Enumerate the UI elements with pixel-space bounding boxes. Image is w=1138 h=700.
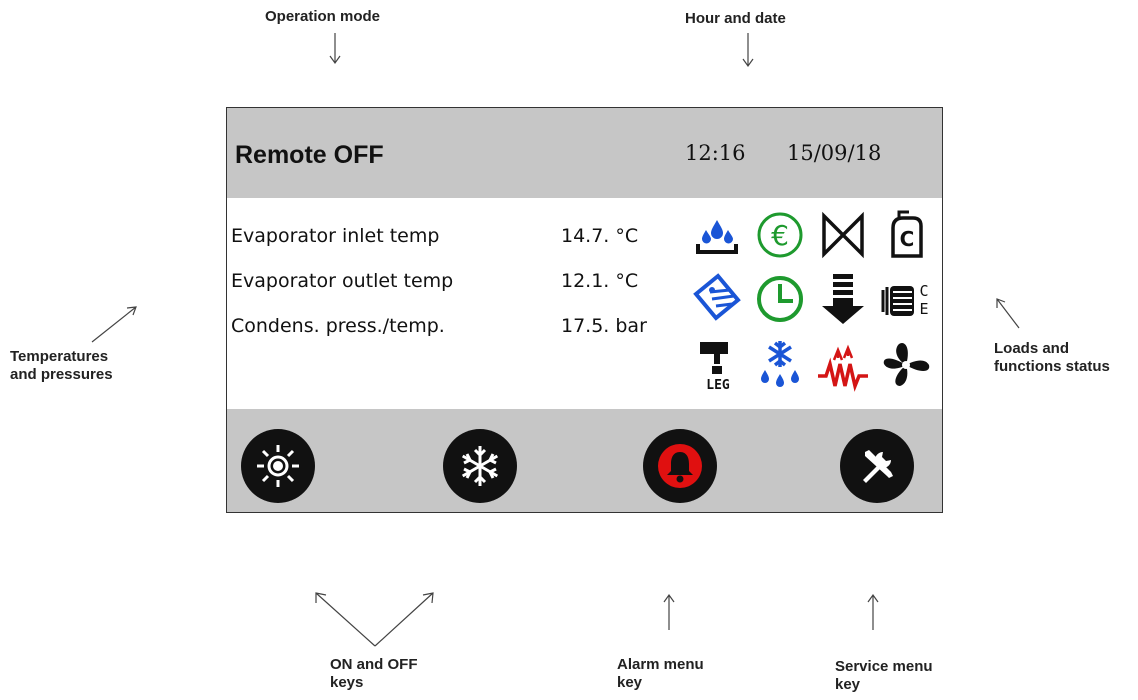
legionella-tap-icon: LEG xyxy=(690,338,744,392)
callout-service-line1: Service menu xyxy=(835,658,933,675)
alarm-key[interactable] xyxy=(643,429,717,503)
keys-bar xyxy=(227,409,942,512)
clock-icon xyxy=(753,272,807,326)
callout-operation-mode: Operation mode xyxy=(265,8,381,25)
off-key[interactable] xyxy=(443,429,517,503)
callout-loads: Loads and functions status xyxy=(994,340,1110,376)
callout-loads-line1: Loads and xyxy=(994,340,1070,357)
defrost-icon xyxy=(753,338,807,392)
operation-mode: Remote OFF xyxy=(235,141,384,169)
reading-row: Evaporator inlet temp 14.7. °C xyxy=(231,225,671,270)
reading-label: Condens. press./temp. xyxy=(231,315,445,337)
reading-label: Evaporator outlet temp xyxy=(231,270,454,292)
callout-service-line2: key xyxy=(835,676,861,693)
reading-unit: bar xyxy=(615,315,647,337)
reading-number: 14.7. xyxy=(561,225,610,247)
arrow-service xyxy=(867,593,879,630)
euro-icon: € xyxy=(753,208,807,262)
water-drops-icon xyxy=(690,208,744,262)
arrow-hour-date xyxy=(742,33,754,68)
callout-temperatures-line1: Temperatures xyxy=(10,348,109,365)
arrow-alarm xyxy=(663,593,675,630)
clock-date: 15/09/18 xyxy=(787,141,882,165)
reading-row: Condens. press./temp. 17.5. bar xyxy=(231,315,671,360)
on-key[interactable] xyxy=(241,429,315,503)
readings-list: Evaporator inlet temp 14.7. °C Evaporator… xyxy=(231,225,671,360)
arrow-operation-mode xyxy=(329,33,341,65)
compressor-c-label: C xyxy=(900,227,915,251)
reading-value: 17.5. bar xyxy=(561,315,647,337)
status-header: Remote OFF 12:16 15/09/18 xyxy=(227,108,942,198)
compressor-ce-icon: CE xyxy=(879,272,933,326)
service-key[interactable] xyxy=(840,429,914,503)
callout-alarm-key: Alarm menu key xyxy=(617,656,704,692)
callout-onoff-line2: keys xyxy=(330,674,364,691)
callout-loads-line2: functions status xyxy=(994,358,1110,375)
compressor-ce-c-label: C xyxy=(919,282,928,300)
status-icons-grid: € C CE LEG xyxy=(690,204,940,404)
arrow-loads xyxy=(996,298,1020,329)
callout-temperatures: Temperatures and pressures xyxy=(10,348,113,384)
controller-display: Remote OFF 12:16 15/09/18 Evaporator inl… xyxy=(226,107,943,513)
heat-exchanger-icon xyxy=(690,272,744,326)
reading-number: 12.1. xyxy=(561,270,610,292)
arrow-onoff xyxy=(315,592,434,647)
tools-icon xyxy=(863,450,893,483)
snowflake-icon xyxy=(461,446,499,486)
reading-label: Evaporator inlet temp xyxy=(231,225,440,247)
reading-value: 12.1. °C xyxy=(561,270,638,292)
legionella-label: LEG xyxy=(706,378,730,392)
fan-icon xyxy=(879,338,933,392)
callout-alarm-line2: key xyxy=(617,674,643,691)
clock-time: 12:16 xyxy=(685,141,746,165)
arrow-temperatures xyxy=(91,306,137,343)
valve-icon xyxy=(816,208,870,262)
callout-alarm-line1: Alarm menu xyxy=(617,656,704,673)
bell-icon xyxy=(658,444,702,488)
down-arrow-icon xyxy=(816,272,870,326)
reading-unit: °C xyxy=(615,225,639,247)
reading-value: 14.7. °C xyxy=(561,225,638,247)
callout-onoff-keys: ON and OFF keys xyxy=(330,656,418,692)
callout-hour-date: Hour and date xyxy=(685,10,786,27)
reading-row: Evaporator outlet temp 12.1. °C xyxy=(231,270,671,315)
svg-text:€: € xyxy=(771,219,789,252)
callout-temperatures-line2: and pressures xyxy=(10,366,113,383)
sun-icon xyxy=(257,445,299,487)
compressor-ce-e-label: E xyxy=(919,300,928,318)
callout-service-key: Service menu key xyxy=(835,658,933,694)
reading-number: 17.5. xyxy=(561,315,610,337)
compressor-c-icon: C xyxy=(879,208,933,262)
heating-element-icon xyxy=(816,338,870,392)
callout-onoff-line1: ON and OFF xyxy=(330,656,418,673)
reading-unit: °C xyxy=(615,270,639,292)
